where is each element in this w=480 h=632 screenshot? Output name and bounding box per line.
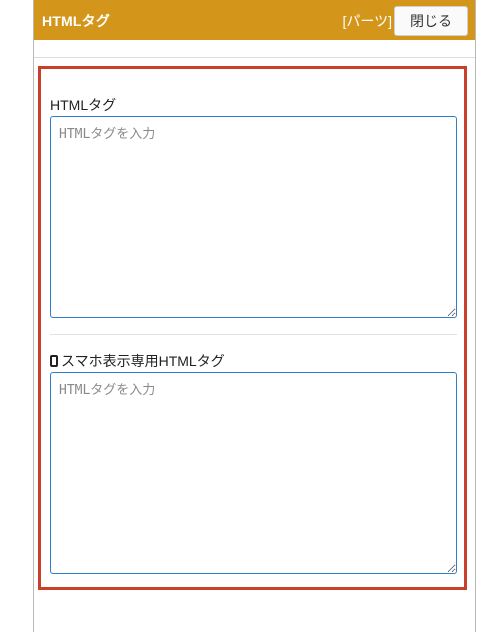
sp-html-tag-label-row: スマホ表示専用HTMLタグ	[50, 351, 225, 371]
html-tag-label: HTMLタグ	[50, 97, 117, 113]
header-divider	[34, 57, 475, 58]
close-button[interactable]: 閉じる	[394, 6, 468, 36]
panel-header: HTMLタグ [パーツ] 閉じる	[34, 0, 475, 40]
parts-label: [パーツ]	[342, 13, 393, 29]
html-tag-panel: HTMLタグ [パーツ] 閉じる HTMLタグ スマホ表示専用HTMLタグ	[33, 0, 476, 632]
html-tag-input[interactable]	[50, 116, 457, 318]
smartphone-icon	[50, 355, 58, 367]
section-divider	[50, 334, 457, 335]
sp-html-tag-input[interactable]	[50, 372, 457, 574]
panel-title: HTMLタグ	[42, 13, 111, 29]
sp-html-tag-label: スマホ表示専用HTMLタグ	[61, 353, 225, 369]
